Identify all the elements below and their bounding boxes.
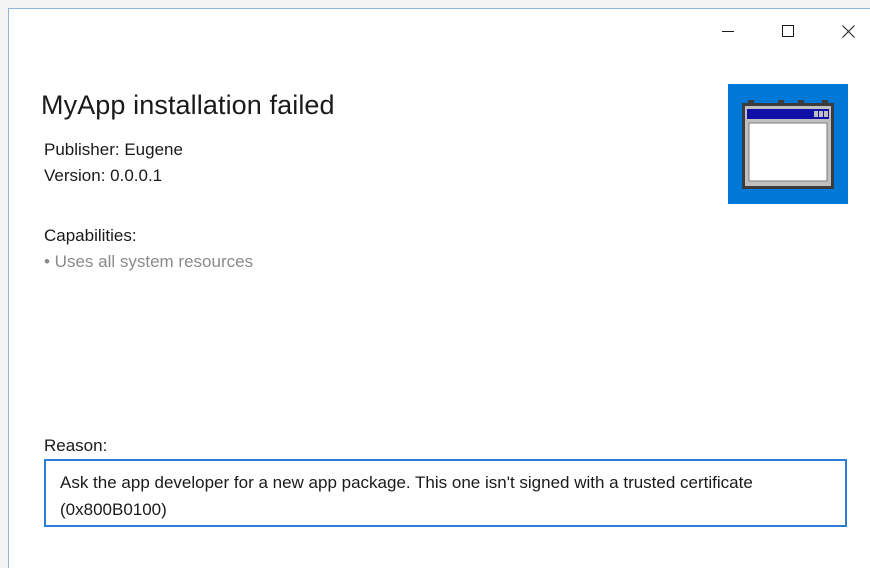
app-window-icon xyxy=(742,100,834,189)
close-icon xyxy=(841,24,855,38)
minimize-icon xyxy=(722,31,734,32)
page-title: MyApp installation failed xyxy=(41,90,335,120)
maximize-button[interactable] xyxy=(765,9,811,53)
maximize-icon xyxy=(782,25,794,37)
app-logo xyxy=(728,84,848,204)
version-text: Version: 0.0.0.1 xyxy=(44,166,163,185)
installer-window: MyApp installation failed Publisher: Eug… xyxy=(8,8,870,568)
reason-text-box[interactable]: Ask the app developer for a new app pack… xyxy=(44,459,847,527)
publisher-text: Publisher: Eugene xyxy=(44,140,183,159)
reason-text: Ask the app developer for a new app pack… xyxy=(60,473,753,519)
reason-label: Reason: xyxy=(44,436,108,455)
minimize-button[interactable] xyxy=(705,9,751,53)
capability-item: • Uses all system resources xyxy=(44,252,254,271)
close-button[interactable] xyxy=(825,9,870,53)
capabilities-heading: Capabilities: xyxy=(44,226,137,245)
